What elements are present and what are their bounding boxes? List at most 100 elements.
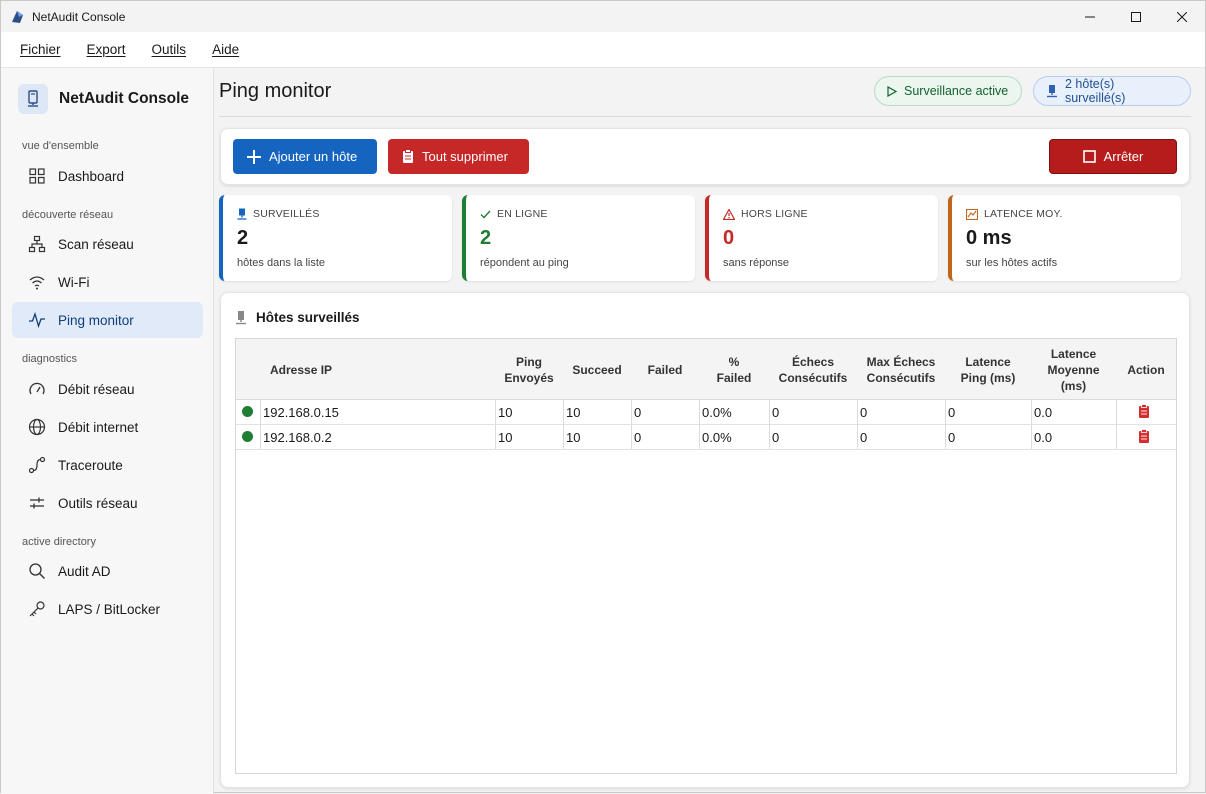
stat-label: HORS LIGNE: [723, 208, 808, 220]
maximize-icon: [1131, 11, 1141, 22]
menu-aide[interactable]: Aide: [212, 42, 239, 57]
stat-value: 0 ms: [966, 227, 1012, 249]
sidebar-item-wifi[interactable]: Wi-Fi: [12, 264, 203, 300]
stat-value: 2: [237, 227, 249, 249]
sidebar-item-traceroute[interactable]: Traceroute: [12, 447, 203, 483]
maximize-button[interactable]: [1113, 1, 1159, 32]
status-dot-online: [242, 406, 253, 417]
stat-value: 2: [480, 227, 492, 249]
sidebar-item-ping-monitor[interactable]: Ping monitor: [12, 302, 203, 338]
add-host-button[interactable]: Ajouter un hôte: [233, 139, 377, 174]
column-header-ip[interactable]: Adresse IP: [260, 339, 495, 400]
check-icon: [480, 210, 491, 219]
grid-icon: [27, 166, 47, 186]
cell-avg-latency: 0.0: [1031, 425, 1116, 449]
sidebar-item-dashboard[interactable]: Dashboard: [12, 158, 203, 194]
cell-succeed: 10: [563, 400, 631, 424]
sidebar-item-label: Ping monitor: [58, 312, 134, 328]
stop-button[interactable]: Arrêter: [1049, 139, 1177, 174]
stat-label-text: LATENCE MOY.: [984, 208, 1063, 220]
cell-pct-failed: 0.0%: [699, 400, 769, 424]
server-icon: [235, 310, 247, 325]
stat-card-online: EN LIGNE 2 répondent au ping: [462, 195, 695, 281]
column-header-latency[interactable]: Latence Ping (ms): [945, 339, 1031, 400]
stat-label-text: EN LIGNE: [497, 208, 548, 220]
stat-card-monitored: SURVEILLÉS 2 hôtes dans la liste: [219, 195, 452, 281]
section-overview: vue d'ensemble: [22, 140, 99, 152]
hosts-table: Adresse IP Ping Envoyés Succeed Failed % F…: [235, 338, 1177, 774]
delete-host-icon[interactable]: [1138, 404, 1150, 422]
menu-fichier[interactable]: Fichier: [20, 42, 61, 57]
app-logo-icon: [10, 9, 26, 25]
warning-icon: [723, 208, 735, 220]
stat-card-offline: HORS LIGNE 0 sans réponse: [705, 195, 938, 281]
plus-icon: [247, 149, 261, 164]
page-title: Ping monitor: [219, 80, 332, 102]
column-header-sent[interactable]: Ping Envoyés: [495, 339, 563, 400]
table-header: Adresse IP Ping Envoyés Succeed Failed % F…: [236, 339, 1176, 400]
column-header-succeed[interactable]: Succeed: [563, 339, 631, 400]
server-icon: [237, 208, 247, 220]
brand: NetAudit Console: [18, 84, 189, 114]
stop-icon: [1082, 150, 1096, 163]
delete-all-label: Tout supprimer: [422, 149, 508, 164]
cell-latency: 0: [945, 400, 1031, 424]
brand-name: NetAudit Console: [59, 90, 190, 107]
sidebar-item-label: Traceroute: [58, 457, 123, 473]
stat-card-latency: LATENCE MOY. 0 ms sur les hôtes actifs: [948, 195, 1181, 281]
pulse-icon: [27, 310, 47, 330]
sidebar-item-label: Outils réseau: [58, 495, 138, 511]
status-badge-label: Surveillance active: [904, 84, 1009, 98]
sidebar-item-audit-ad[interactable]: Audit AD: [12, 553, 203, 589]
table-row[interactable]: 192.168.0.2 10 10 0 0.0% 0 0 0 0.0: [236, 425, 1176, 450]
sidebar-item-outils-reseau[interactable]: Outils réseau: [12, 485, 203, 521]
delete-all-button[interactable]: Tout supprimer: [388, 139, 529, 174]
sidebar-item-label: Scan réseau: [58, 236, 134, 252]
column-header-avg-latency[interactable]: Latence Moyenne (ms): [1031, 339, 1116, 400]
cell-max-consecutive: 0: [857, 425, 945, 449]
cell-max-consecutive: 0: [857, 400, 945, 424]
stat-subtitle: sans réponse: [723, 257, 790, 269]
sidebar-item-debit-internet[interactable]: Débit internet: [12, 409, 203, 445]
toolbar: Ajouter un hôte Tout supprimer Arrêter: [220, 128, 1190, 185]
sidebar-item-debit-reseau[interactable]: Débit réseau: [12, 371, 203, 407]
status-dot-online: [242, 431, 253, 442]
stat-subtitle: répondent au ping: [480, 257, 569, 269]
globe-icon: [27, 417, 47, 437]
stat-label-text: HORS LIGNE: [741, 208, 808, 220]
section-discovery: découverte réseau: [22, 209, 114, 221]
cell-succeed: 10: [563, 425, 631, 449]
section-active-directory: active directory: [22, 536, 96, 548]
status-badge: Surveillance active: [874, 76, 1022, 106]
cell-ip: 192.168.0.15: [260, 400, 495, 424]
column-header-max-consecutive[interactable]: Max Échecs Consécutifs: [857, 339, 945, 400]
close-button[interactable]: [1159, 1, 1205, 32]
sidebar-item-label: Débit réseau: [58, 381, 135, 397]
close-icon: [1177, 11, 1187, 22]
gauge-icon: [27, 379, 47, 399]
stop-label: Arrêter: [1103, 149, 1144, 164]
column-header-pct-failed[interactable]: % Failed: [699, 339, 769, 400]
title-bar: NetAudit Console: [1, 1, 1205, 32]
table-row[interactable]: 192.168.0.15 10 10 0 0.0% 0 0 0 0.0: [236, 400, 1176, 425]
column-header-consecutive-failures[interactable]: Échecs Consécutifs: [769, 339, 857, 400]
clipboard-icon: [402, 149, 414, 164]
main-content: Ping monitor Surveillance active 2 hôte(…: [214, 68, 1206, 794]
sliders-icon: [27, 493, 47, 513]
add-host-label: Ajouter un hôte: [269, 149, 358, 164]
cell-consecutive: 0: [769, 425, 857, 449]
cell-latency: 0: [945, 425, 1031, 449]
column-header-failed[interactable]: Failed: [631, 339, 699, 400]
sidebar-item-scan[interactable]: Scan réseau: [12, 226, 203, 262]
sidebar-item-laps[interactable]: LAPS / BitLocker: [12, 591, 203, 627]
menu-outils[interactable]: Outils: [152, 42, 187, 57]
stat-label: SURVEILLÉS: [237, 208, 320, 220]
delete-host-icon[interactable]: [1138, 429, 1150, 447]
sidebar: NetAudit Console vue d'ensemble Dashboar…: [1, 68, 214, 794]
cell-sent: 10: [495, 425, 563, 449]
minimize-button[interactable]: [1067, 1, 1113, 32]
search-icon: [27, 561, 47, 581]
section-diagnostics: diagnostics: [22, 353, 78, 365]
sidebar-item-label: Wi-Fi: [58, 274, 90, 290]
menu-export[interactable]: Export: [87, 42, 126, 57]
